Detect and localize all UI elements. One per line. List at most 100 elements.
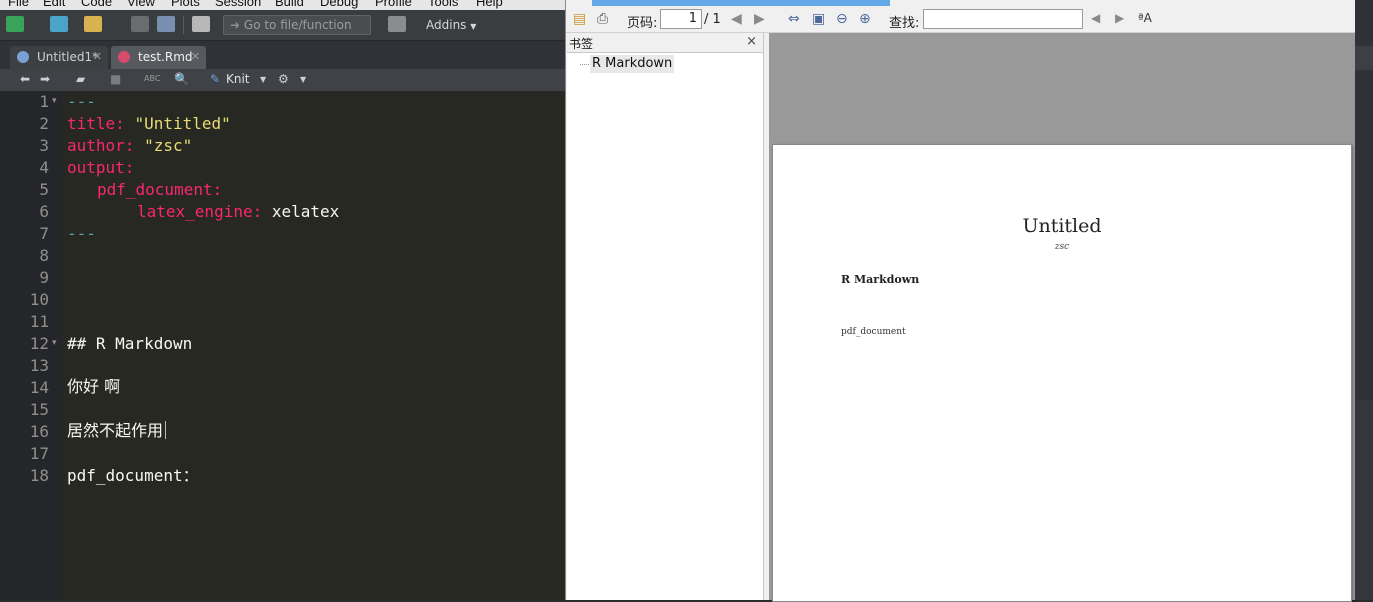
menu-help[interactable]: Help: [476, 0, 503, 9]
menu-code[interactable]: Code: [81, 0, 112, 9]
line-number: 2: [39, 114, 49, 133]
menu-edit[interactable]: Edit: [43, 0, 65, 9]
code-line: author: "zsc": [67, 136, 193, 155]
line-number: 11: [29, 312, 49, 331]
line-number: 18: [29, 466, 49, 485]
goto-file-input[interactable]: ➜ Go to file/function: [223, 15, 371, 35]
tab-untitled1[interactable]: Untitled1* ✕: [10, 46, 108, 69]
fit-page-icon[interactable]: ▣: [812, 11, 825, 27]
save-icon[interactable]: ■: [110, 72, 121, 86]
toolbar-separator: [183, 16, 184, 34]
line-number: 7: [39, 224, 49, 243]
menu-plots[interactable]: Plots: [171, 0, 200, 9]
rmd-file-icon: [118, 51, 130, 63]
menu-file[interactable]: File: [8, 0, 29, 9]
find-input[interactable]: [923, 9, 1083, 29]
chevron-down-icon[interactable]: ▼: [260, 75, 266, 84]
code-line: output:: [67, 158, 135, 177]
r-file-icon: [17, 51, 29, 63]
print-icon[interactable]: [192, 16, 210, 32]
tab-label: Untitled1*: [37, 50, 99, 64]
arrow-icon: ➜: [230, 18, 241, 32]
menu-view[interactable]: View: [127, 0, 155, 9]
tab-test-rmd[interactable]: test.Rmd ✕: [111, 46, 206, 69]
code-line: ---: [67, 92, 96, 111]
grid-icon[interactable]: [388, 16, 406, 32]
editor-tab-bar: Untitled1* ✕ test.Rmd ✕: [0, 41, 565, 69]
line-number: 12: [29, 334, 49, 353]
addins-button[interactable]: Addins ▼: [426, 18, 476, 32]
code-line: pdf_document:: [97, 180, 223, 199]
bookmark-item[interactable]: R Markdown: [590, 55, 675, 73]
line-number: 16: [29, 422, 49, 441]
find-label: 查找:: [889, 16, 920, 31]
find-next-icon[interactable]: ▶: [1115, 11, 1124, 25]
zoom-out-icon[interactable]: ⊖: [836, 11, 848, 27]
line-number: 3: [39, 136, 49, 155]
code-line: ---: [67, 224, 96, 243]
spellcheck-icon[interactable]: ABC: [144, 74, 160, 83]
bookmarks-header: 书签 ×: [567, 33, 763, 53]
pdf-document-area[interactable]: Untitled zsc R Markdown pdf_document: [769, 33, 1355, 602]
code-line: 居然不起作用: [67, 420, 167, 442]
chevron-down-icon[interactable]: ▼: [300, 75, 306, 84]
line-number: 10: [29, 290, 49, 309]
close-icon[interactable]: ✕: [93, 46, 102, 68]
doc-author: zsc: [1054, 242, 1070, 252]
doc-body-text: pdf_document: [841, 327, 906, 337]
pdf-page: Untitled zsc R Markdown pdf_document: [772, 144, 1352, 602]
menu-tools[interactable]: Tools: [428, 0, 458, 9]
line-number: 17: [29, 444, 49, 463]
back-arrow-icon[interactable]: ⬅: [20, 72, 30, 86]
fit-width-icon[interactable]: ⇔: [788, 11, 800, 27]
code-line: ## R Markdown: [67, 334, 193, 353]
search-icon[interactable]: 🔍: [174, 72, 189, 86]
knit-icon: ✎: [210, 72, 221, 86]
line-number: 9: [39, 268, 49, 287]
line-number: 13: [29, 356, 49, 375]
match-case-icon[interactable]: ªA: [1138, 11, 1152, 25]
copy-icon[interactable]: ▤: [573, 11, 586, 27]
page-total: / 1: [704, 12, 721, 27]
doc-title: Untitled: [1022, 215, 1102, 237]
code-line: 你好 啊: [67, 377, 121, 396]
line-number: 8: [39, 246, 49, 265]
save-all-icon[interactable]: [157, 16, 175, 32]
gear-icon[interactable]: ⚙: [278, 72, 289, 86]
open-folder-icon[interactable]: [84, 16, 102, 32]
code-line: latex_engine: xelatex: [137, 202, 340, 221]
code-line: title: "Untitled": [67, 114, 231, 133]
new-file-icon[interactable]: [6, 16, 24, 32]
line-number: 6: [39, 202, 49, 221]
prev-page-icon[interactable]: ◀: [731, 11, 742, 27]
line-number: 5: [39, 180, 49, 199]
doc-heading: R Markdown: [841, 273, 920, 286]
zoom-in-icon[interactable]: ⊕: [859, 11, 871, 27]
line-number: 14: [29, 378, 49, 397]
editor-toolbar: ⬅ ➡ ▰ ■ ABC 🔍 ✎ Knit ▼ ⚙ ▼: [0, 69, 565, 92]
line-number: 1: [39, 92, 49, 111]
menu-build[interactable]: Build: [275, 0, 304, 9]
page-number-input[interactable]: 1: [660, 9, 702, 29]
fold-toggle-icon[interactable]: ▾: [52, 96, 57, 106]
code-line: pdf_document：: [67, 466, 199, 485]
find-prev-icon[interactable]: ◀: [1091, 11, 1100, 25]
fold-toggle-icon[interactable]: ▾: [52, 338, 57, 348]
save-icon[interactable]: [131, 16, 149, 32]
tab-label: test.Rmd: [138, 50, 193, 64]
menu-debug[interactable]: Debug: [320, 0, 358, 9]
bookmarks-title: 书签: [569, 37, 594, 51]
menu-profile[interactable]: Profile: [375, 0, 412, 9]
close-icon[interactable]: ×: [746, 34, 757, 49]
line-number: 4: [39, 158, 49, 177]
close-icon[interactable]: ✕: [191, 46, 200, 68]
page-label: 页码:: [627, 16, 658, 31]
forward-arrow-icon[interactable]: ➡: [40, 72, 50, 86]
knit-button[interactable]: Knit: [226, 72, 250, 86]
menu-session[interactable]: Session: [215, 0, 261, 9]
show-in-window-icon[interactable]: ▰: [76, 72, 85, 86]
next-page-icon[interactable]: ▶: [754, 11, 765, 27]
text-cursor: [165, 421, 167, 439]
new-project-icon[interactable]: [50, 16, 68, 32]
print-icon[interactable]: ⎙: [597, 11, 608, 27]
